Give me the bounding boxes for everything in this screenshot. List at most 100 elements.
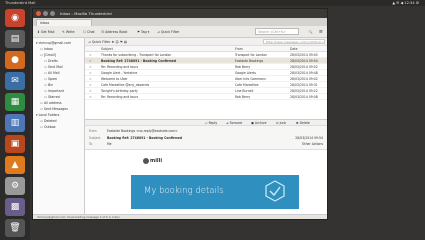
thunderbird-window: Inbox - Mozilla Thunderbird Inbox ⬇ Get … [32, 8, 328, 220]
write-button[interactable]: ✎ Write [62, 29, 75, 35]
quick-filter-bar: ⊿ Quick Filter ★ ☺ ⚑ ▤ Filter these mess… [85, 38, 327, 46]
logo-text: milli [150, 158, 163, 164]
folder-item[interactable]: ▾ Local Folders [36, 113, 59, 117]
folder-item[interactable]: ▭ [Gmail] [40, 53, 56, 57]
folder-item[interactable]: ▭ All Mail [44, 71, 59, 75]
address-book-label: Address Book [105, 30, 128, 34]
folder-label: Drafts [48, 59, 58, 63]
folder-label: Deleted [44, 119, 57, 123]
writer-icon[interactable]: ▥ [5, 114, 25, 132]
launcher: ◉ ▤ ● ✉ ▦ ▥ ▣ ▲ ⚙ ▩ 🗑 [0, 6, 30, 240]
message-header: From Eastside Bookings <no-reply@eastsid… [85, 126, 327, 150]
column-from[interactable]: From [235, 47, 243, 51]
folder-label: Sent Mail [48, 65, 63, 69]
subject-label: Subject [89, 136, 101, 140]
message-body: milli My booking details [85, 150, 327, 219]
chat-label: Chat [87, 30, 95, 34]
message-subject: Re: Recording and tours [101, 95, 139, 99]
files-icon[interactable]: ▤ [5, 30, 25, 48]
get-mail-button[interactable]: ⬇ Get Mail [37, 29, 54, 35]
tab-strip: Inbox [33, 18, 327, 26]
folder-item[interactable]: ▭ Outbox [40, 125, 56, 129]
folder-label: Important [48, 89, 64, 93]
folder-item[interactable]: ▭ Inbox [40, 47, 53, 51]
star-icon[interactable]: ☆ [89, 94, 92, 100]
folder-label: All address [44, 101, 62, 105]
get-mail-label: Get Mail [40, 30, 55, 34]
spreadsheet-icon[interactable]: ▦ [5, 93, 25, 111]
search-icon[interactable]: 🔍 [309, 29, 313, 35]
column-date[interactable]: Date [290, 47, 298, 51]
desktop: Inbox - Mozilla Thunderbird Inbox ⬇ Get … [30, 6, 425, 240]
folder-item[interactable]: ▭ All address [40, 101, 62, 105]
folder-item[interactable]: ▭ Deleted [40, 119, 57, 123]
folder-label: Starred [48, 95, 60, 99]
folder-item[interactable]: ▭ Starred [44, 95, 60, 99]
folder-item[interactable]: ▭ Bin [44, 83, 53, 87]
chat-button[interactable]: ☐ Chat [83, 29, 95, 35]
topbar-title: Thunderbird Mail [5, 1, 36, 5]
impress-icon[interactable]: ▣ [5, 135, 25, 153]
archive-label: Archive [254, 121, 267, 125]
to-label: To [89, 142, 93, 146]
subject-value: Booking Ref: 2748091 - Booking Confirmed [107, 136, 183, 140]
maximize-icon[interactable] [50, 11, 55, 16]
menu-icon[interactable]: ≡ [319, 29, 323, 35]
folder-item[interactable]: ▾ ckmcup@gmail.com [36, 41, 71, 45]
settings-icon[interactable]: ⚙ [5, 177, 25, 195]
from-value[interactable]: Eastside Bookings <no-reply@eastside.com… [107, 129, 178, 133]
address-book-button[interactable]: ☷ Address Book [101, 29, 127, 35]
main-toolbar: ⬇ Get Mail ✎ Write ☐ Chat ☷ Address Book… [33, 26, 327, 38]
quick-filter-bar-label[interactable]: ⊿ Quick Filter ★ ☺ ⚑ ▤ [88, 39, 127, 45]
folder-item[interactable]: ▭ Important [44, 89, 64, 93]
window-title: Inbox - Mozilla Thunderbird [60, 11, 112, 16]
folder-label: [Gmail] [44, 53, 56, 57]
folder-label: Bin [48, 83, 54, 87]
message-date: 28/03/2014 09:08 [290, 95, 318, 99]
quick-filter-label: Quick Filter [160, 30, 180, 34]
folder-item[interactable]: ▭ Sent Messages [40, 107, 68, 111]
checkmark-hexagon-icon [265, 180, 285, 202]
folder-label: All Mail [48, 71, 60, 75]
minimize-icon[interactable] [43, 11, 48, 16]
folder-label: Inbox [44, 47, 53, 51]
quick-filter-button[interactable]: ⊿ Quick Filter [157, 29, 179, 35]
filter-messages-input[interactable]: Filter these messages <Ctrl+Shift+K> [263, 39, 325, 44]
window-titlebar[interactable]: Inbox - Mozilla Thunderbird [33, 9, 327, 18]
trash-icon[interactable]: 🗑 [5, 219, 25, 237]
other-actions-button[interactable]: Other Actions [302, 142, 323, 146]
dash-icon[interactable]: ◉ [5, 9, 25, 27]
folder-label: Outbox [44, 125, 56, 129]
firefox-icon[interactable]: ● [5, 51, 25, 69]
topbar-indicators[interactable]: ▲ ✉ ◀ 12:34 ⚙ [392, 1, 419, 5]
tab-inbox[interactable]: Inbox [36, 19, 92, 26]
thunderbird-icon[interactable]: ✉ [5, 72, 25, 90]
quick-filter-bar-text: Quick Filter [91, 40, 111, 44]
folder-item[interactable]: ▭ Drafts [44, 59, 58, 63]
from-label: From [89, 129, 97, 133]
folder-item[interactable]: ▭ Spam [44, 77, 57, 81]
tag-label: Tag [141, 30, 147, 34]
forward-label: Forward [229, 121, 243, 125]
message-row[interactable]: ☆ Re: Recording and tours Rob Berry 28/03/2… [85, 94, 327, 100]
message-from: Rob Berry [235, 95, 251, 99]
global-search-input[interactable]: Search <Ctrl+K> [255, 28, 299, 35]
junk-label: Junk [279, 121, 287, 125]
banner-text: My booking details [144, 186, 224, 196]
write-label: Write [65, 30, 75, 34]
software-center-icon[interactable]: ▲ [5, 156, 25, 174]
reply-label: Reply [208, 121, 218, 125]
to-value[interactable]: Me [107, 142, 112, 146]
workspaces-icon[interactable]: ▩ [5, 198, 25, 216]
tag-button[interactable]: ⚑ Tag ▾ [137, 29, 149, 35]
close-icon[interactable] [36, 11, 41, 16]
message-action-bar: ↩ Reply ➜ Forward ▣ Archive ⊘ Junk ✖ Del… [85, 119, 327, 126]
booking-banner: My booking details [131, 175, 299, 209]
folder-pane: ▾ ckmcup@gmail.com ▭ Inbox ▭ [Gmail] ▭ Draf… [33, 38, 85, 219]
folder-label: Sent Messages [44, 107, 68, 111]
status-bar: ckmcup@gmail.com: Downloading message 2 … [33, 214, 327, 219]
folder-label: ckmcup@gmail.com [38, 41, 71, 45]
folder-item[interactable]: ▭ Sent Mail [44, 65, 63, 69]
column-subject[interactable]: Subject [101, 47, 113, 51]
delete-label: Delete [299, 121, 310, 125]
